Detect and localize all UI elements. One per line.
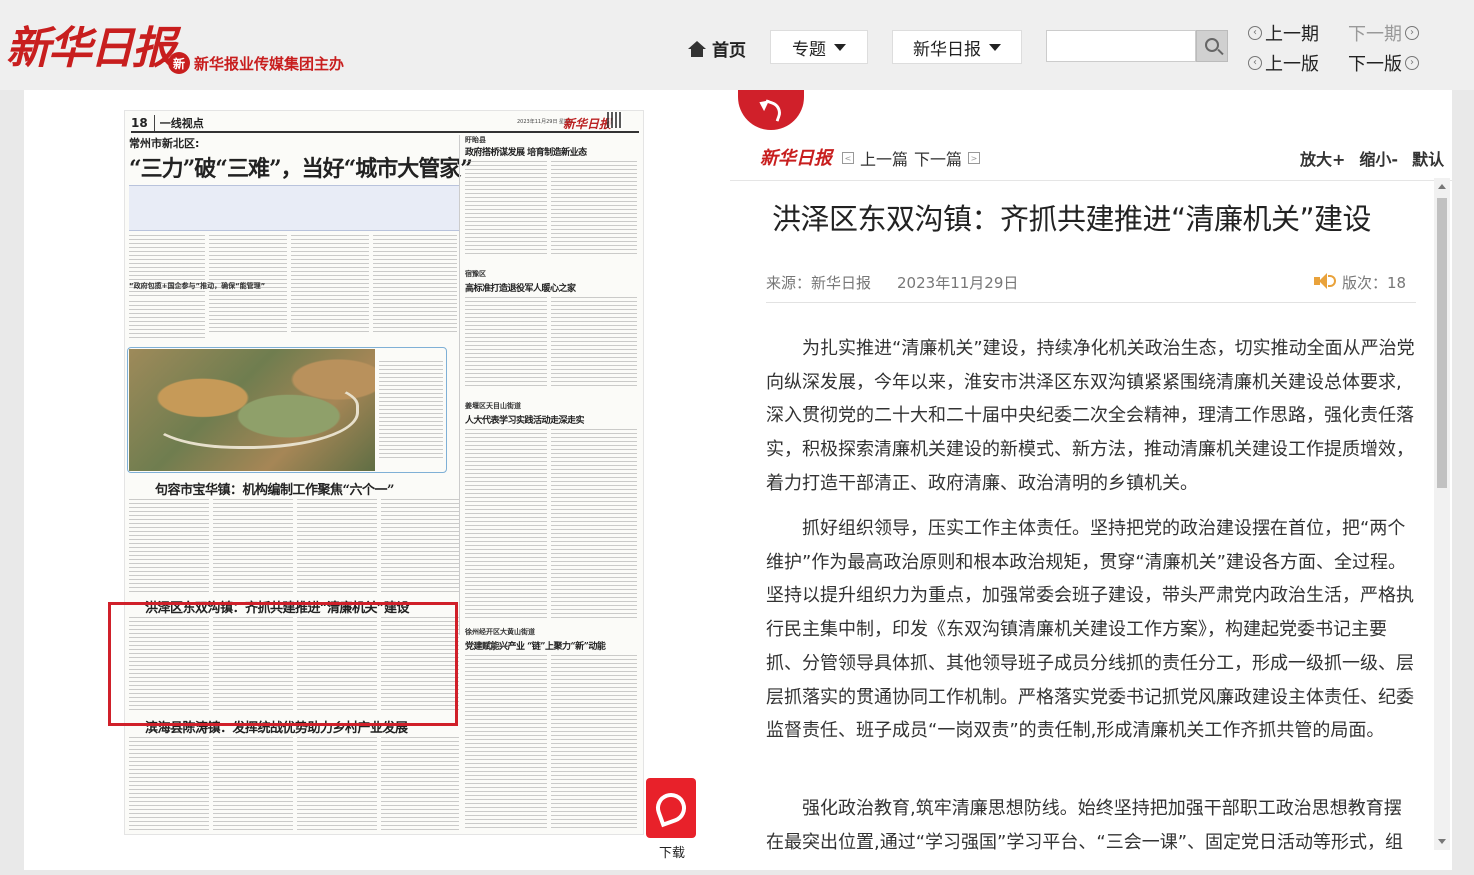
article-paragraph: 强化政治教育,筑牢清廉思想防线。始终坚持把加强干部职工政治思想教育摆在最突出位置…	[766, 798, 1404, 850]
right-loc-4: 徐州经开区大黄山街道	[465, 628, 535, 636]
article-scrollbar[interactable]	[1434, 178, 1450, 850]
caret-down-icon	[989, 43, 1001, 51]
speaker-icon[interactable]	[1314, 272, 1336, 290]
page-header: 18 一线视点 2023年11月29日 星期三 新华日报	[131, 112, 639, 133]
selected-article-highlight[interactable]	[108, 602, 458, 726]
download-label: 下载	[658, 846, 685, 861]
right-loc-3: 姜堰区天目山街道	[465, 402, 521, 410]
newspaper-label: 新华日报	[913, 39, 981, 60]
publisher-subtitle: 新 新华报业传媒集团主办	[168, 52, 344, 74]
article-source: 来源：新华日报	[766, 273, 872, 292]
topics-dropdown[interactable]: 专题	[770, 30, 868, 64]
article-content: 洪泽区东双沟镇：齐抓共建推进“清廉机关”建设 来源：新华日报 2023年11月2…	[730, 182, 1434, 850]
article-date: 2023年11月29日	[897, 273, 1019, 292]
reader-logo: 新华日报	[760, 148, 832, 169]
return-arrow-icon	[759, 96, 783, 120]
chevron-left-icon: ‹	[1248, 26, 1262, 40]
qr-code-icon	[607, 112, 623, 128]
pdf-icon	[646, 778, 696, 838]
newspaper-dropdown[interactable]: 新华日报	[892, 30, 1022, 64]
article-area-right-4[interactable]: 党建赋能兴产业 “链”上聚力“新”动能	[465, 639, 606, 652]
site-logo[interactable]: 新华日报	[6, 12, 176, 76]
back-button[interactable]	[738, 90, 804, 130]
lead-summary-box	[129, 185, 459, 231]
right-loc-1: 盱眙县	[465, 136, 486, 144]
article-edition: 版次：18	[1342, 274, 1407, 292]
home-label: 首页	[712, 41, 746, 61]
right-loc-2: 宿豫区	[465, 270, 486, 278]
newspaper-page-image[interactable]: 18 一线视点 2023年11月29日 星期三 新华日报 常州市新北区: “三力…	[124, 110, 644, 835]
home-icon	[688, 40, 706, 57]
zoom-in-button[interactable]: 放大+	[1300, 146, 1345, 170]
page-number: 18	[131, 116, 148, 130]
chevron-right-icon: ›	[1405, 56, 1419, 70]
search-button[interactable]	[1196, 30, 1228, 62]
article-panel: 新华日报 < 上一篇 下一篇 > 放大+ 缩小- 默认 洪泽区东双沟镇：齐抓共建…	[730, 90, 1452, 870]
scroll-thumb[interactable]	[1437, 198, 1447, 488]
caret-down-icon	[834, 43, 846, 51]
search-box	[1046, 30, 1228, 62]
topics-label: 专题	[792, 39, 826, 60]
article-area-main[interactable]: “三力”破“三难”，当好“城市大管家”	[129, 151, 473, 183]
scroll-up-icon[interactable]	[1438, 184, 1446, 189]
next-issue-link[interactable]: 下一期 ›	[1348, 20, 1419, 46]
article-area-right-3[interactable]: 人大代表学习实践活动走深走实	[465, 413, 585, 426]
home-link[interactable]: 首页	[688, 36, 746, 61]
group-seal-icon: 新	[168, 52, 190, 74]
column-name: 一线视点	[153, 115, 204, 131]
download-pdf-button[interactable]: 下载	[646, 778, 698, 861]
site-header: 新华日报 新 新华报业传媒集团主办 首页 专题 新华日报 ‹ 上一期 下一期 ›…	[0, 0, 1474, 90]
landscape-photo	[129, 349, 375, 471]
publisher-text: 新华报业传媒集团主办	[194, 54, 345, 73]
article-area-right-2[interactable]: 高标准打造退役军人暖心之家	[465, 281, 576, 294]
prev-page-link[interactable]: ‹ 上一版	[1248, 50, 1319, 76]
next-article-link[interactable]: 下一篇	[914, 146, 962, 170]
article-pager: < 上一篇 下一篇 >	[842, 146, 981, 170]
article-paragraph: 为扎实推进“清廉机关”建设，持续净化机关政治生态，切实推动全面从严治党向纵深发展…	[766, 338, 1415, 494]
zoom-controls: 放大+ 缩小- 默认	[1300, 146, 1444, 170]
zoom-default-button[interactable]: 默认	[1412, 146, 1444, 170]
search-input[interactable]	[1046, 30, 1196, 62]
chevron-left-icon: ‹	[1248, 56, 1262, 70]
next-page-link[interactable]: 下一版 ›	[1348, 50, 1419, 76]
article-kicker: 常州市新北区:	[129, 137, 200, 150]
subhead-a: “政府包揽+国企参与”推动，确保“能管理”	[129, 282, 266, 290]
prev-issue-link[interactable]: ‹ 上一期	[1248, 20, 1319, 46]
prev-article-link[interactable]: 上一篇	[860, 146, 908, 170]
article-paragraph: 抓好组织领导，压实工作主体责任。坚持把党的政治建设摆在首位，把“两个维护”作为最…	[766, 518, 1414, 742]
article-area-right-1[interactable]: 政府搭桥谋发展 培育制造新业态	[465, 145, 587, 158]
page-logo: 新华日报	[563, 117, 612, 131]
chevron-left-icon: <	[842, 152, 854, 164]
article-meta: 来源：新华日报 2023年11月29日 版次：18	[766, 268, 1416, 296]
scroll-down-icon[interactable]	[1438, 839, 1446, 844]
article-title: 洪泽区东双沟镇：齐抓共建推进“清廉机关”建设	[772, 202, 1372, 236]
chevron-right-icon: ›	[1405, 26, 1419, 40]
chevron-right-icon: >	[968, 152, 981, 164]
zoom-out-button[interactable]: 缩小-	[1359, 146, 1398, 170]
newspaper-panel: 18 一线视点 2023年11月29日 星期三 新华日报 常州市新北区: “三力…	[24, 90, 730, 870]
photo-caption	[379, 361, 443, 461]
article-area-mid[interactable]: 句容市宝华镇：机构编制工作聚焦“六个一”	[155, 479, 394, 498]
